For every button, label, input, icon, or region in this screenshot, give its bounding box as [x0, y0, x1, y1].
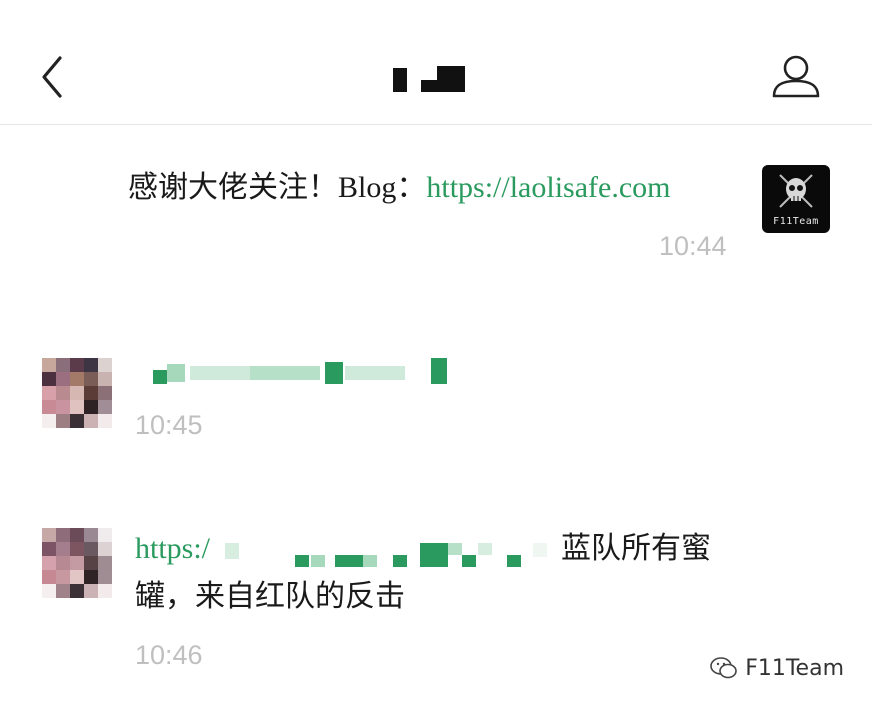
redacted-link [478, 543, 492, 555]
message-bubble-other [135, 352, 455, 392]
avatar-self[interactable]: F11Team [762, 165, 830, 233]
redacted-link [325, 362, 343, 384]
message-timestamp: 10:45 [135, 410, 203, 440]
message-link[interactable]: https:/ [135, 525, 210, 573]
redacted-link [250, 366, 320, 380]
watermark: F11Team [709, 655, 844, 681]
redacted-link [153, 370, 167, 384]
message-text: 蓝队所有蜜 [561, 532, 711, 565]
redacted-link [225, 543, 239, 559]
blog-link[interactable]: https://laolisafe.com [426, 171, 670, 204]
person-icon [772, 55, 820, 98]
redacted-link [345, 366, 405, 380]
redacted-title-block [421, 80, 437, 92]
redacted-link [295, 555, 309, 567]
redacted-link [167, 364, 185, 382]
redacted-link [420, 543, 448, 567]
message-timestamp: 10:44 [659, 231, 727, 261]
message-text: 罐，来自红队的反击 [135, 580, 405, 613]
avatar-logo-text: F11Team [773, 216, 819, 227]
avatar-other[interactable] [42, 358, 112, 428]
redacted-link [448, 543, 462, 555]
avatar-other[interactable] [42, 528, 112, 598]
redacted-link [190, 366, 250, 380]
redacted-title-block [393, 68, 407, 92]
redacted-title-block [437, 66, 465, 92]
message-bubble-self: 感谢大佬关注！Blog：https://laolisafe.com [128, 164, 670, 212]
redacted-link [335, 555, 363, 567]
message-bubble-other: https:/ 蓝队所有蜜 罐，来自红队的反击 [135, 525, 755, 625]
redacted-link [431, 358, 447, 384]
wechat-icon [710, 657, 738, 679]
watermark-text: F11Team [745, 655, 844, 681]
redacted-link [533, 543, 547, 557]
redacted-link [393, 555, 407, 567]
chevron-left-icon [42, 56, 62, 98]
message-timestamp: 10:46 [135, 640, 203, 670]
redacted-link [462, 555, 476, 567]
back-button[interactable] [34, 52, 74, 102]
redacted-link [363, 555, 377, 567]
chat-header [0, 0, 872, 125]
message-text: 感谢大佬关注！Blog： [128, 171, 427, 204]
skull-logo-icon [779, 174, 813, 208]
redacted-link [507, 555, 521, 567]
redacted-link [311, 555, 325, 567]
profile-button[interactable] [770, 54, 822, 100]
chat-title [393, 64, 465, 94]
